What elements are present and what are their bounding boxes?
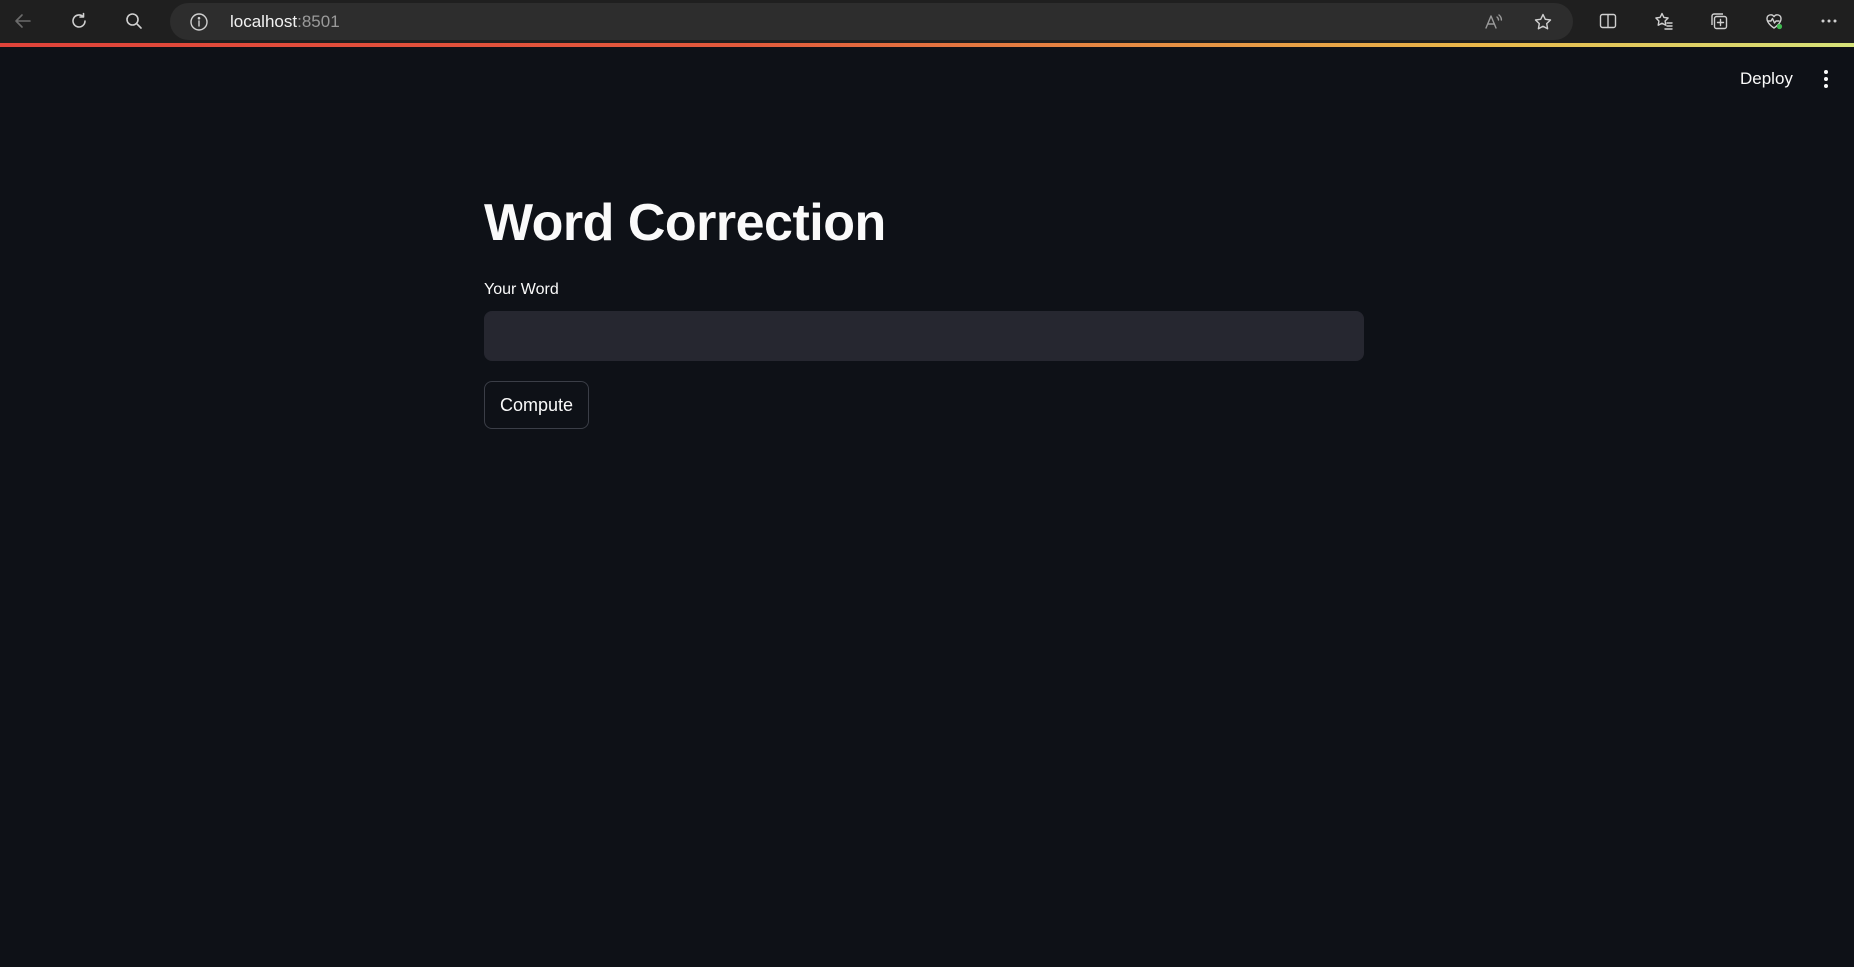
app-header: Deploy	[0, 47, 1854, 107]
main-menu-button[interactable]	[1810, 61, 1842, 97]
deploy-button[interactable]: Deploy	[1728, 61, 1805, 97]
back-button[interactable]	[6, 4, 40, 38]
info-icon[interactable]	[189, 12, 209, 32]
more-vertical-icon	[1824, 70, 1828, 88]
star-icon	[1534, 13, 1552, 30]
app-view: Deploy Word Correction Your Word Compute	[0, 47, 1854, 967]
address-bar[interactable]: localhost:8501	[170, 3, 1573, 40]
favorite-button[interactable]	[1530, 9, 1556, 35]
read-aloud-button[interactable]	[1480, 9, 1506, 35]
reload-button[interactable]	[62, 4, 96, 38]
browser-menu-button[interactable]	[1812, 4, 1846, 38]
word-input[interactable]	[484, 311, 1364, 361]
word-input-label: Your Word	[484, 281, 559, 298]
favorites-button[interactable]	[1647, 4, 1681, 38]
search-button[interactable]	[117, 4, 151, 38]
more-horizontal-icon	[1821, 19, 1837, 23]
browser-essentials-icon	[1766, 14, 1783, 30]
page-title: Word Correction	[484, 194, 886, 252]
browser-toolbar: localhost:8501	[0, 0, 1854, 43]
split-screen-button[interactable]	[1591, 4, 1625, 38]
read-aloud-icon	[1485, 14, 1503, 29]
url-host: localhost	[230, 12, 298, 31]
url-port: :8501	[297, 12, 340, 31]
split-screen-icon	[1599, 13, 1617, 29]
compute-button[interactable]: Compute	[484, 381, 590, 429]
browser-essentials-button[interactable]	[1757, 4, 1791, 38]
back-arrow-icon	[15, 14, 31, 28]
search-icon	[126, 13, 142, 29]
reload-icon	[72, 12, 86, 28]
favorites-icon	[1655, 12, 1673, 30]
url-text[interactable]: localhost:8501	[230, 12, 340, 32]
collections-icon	[1711, 13, 1728, 30]
collections-button[interactable]	[1702, 4, 1736, 38]
